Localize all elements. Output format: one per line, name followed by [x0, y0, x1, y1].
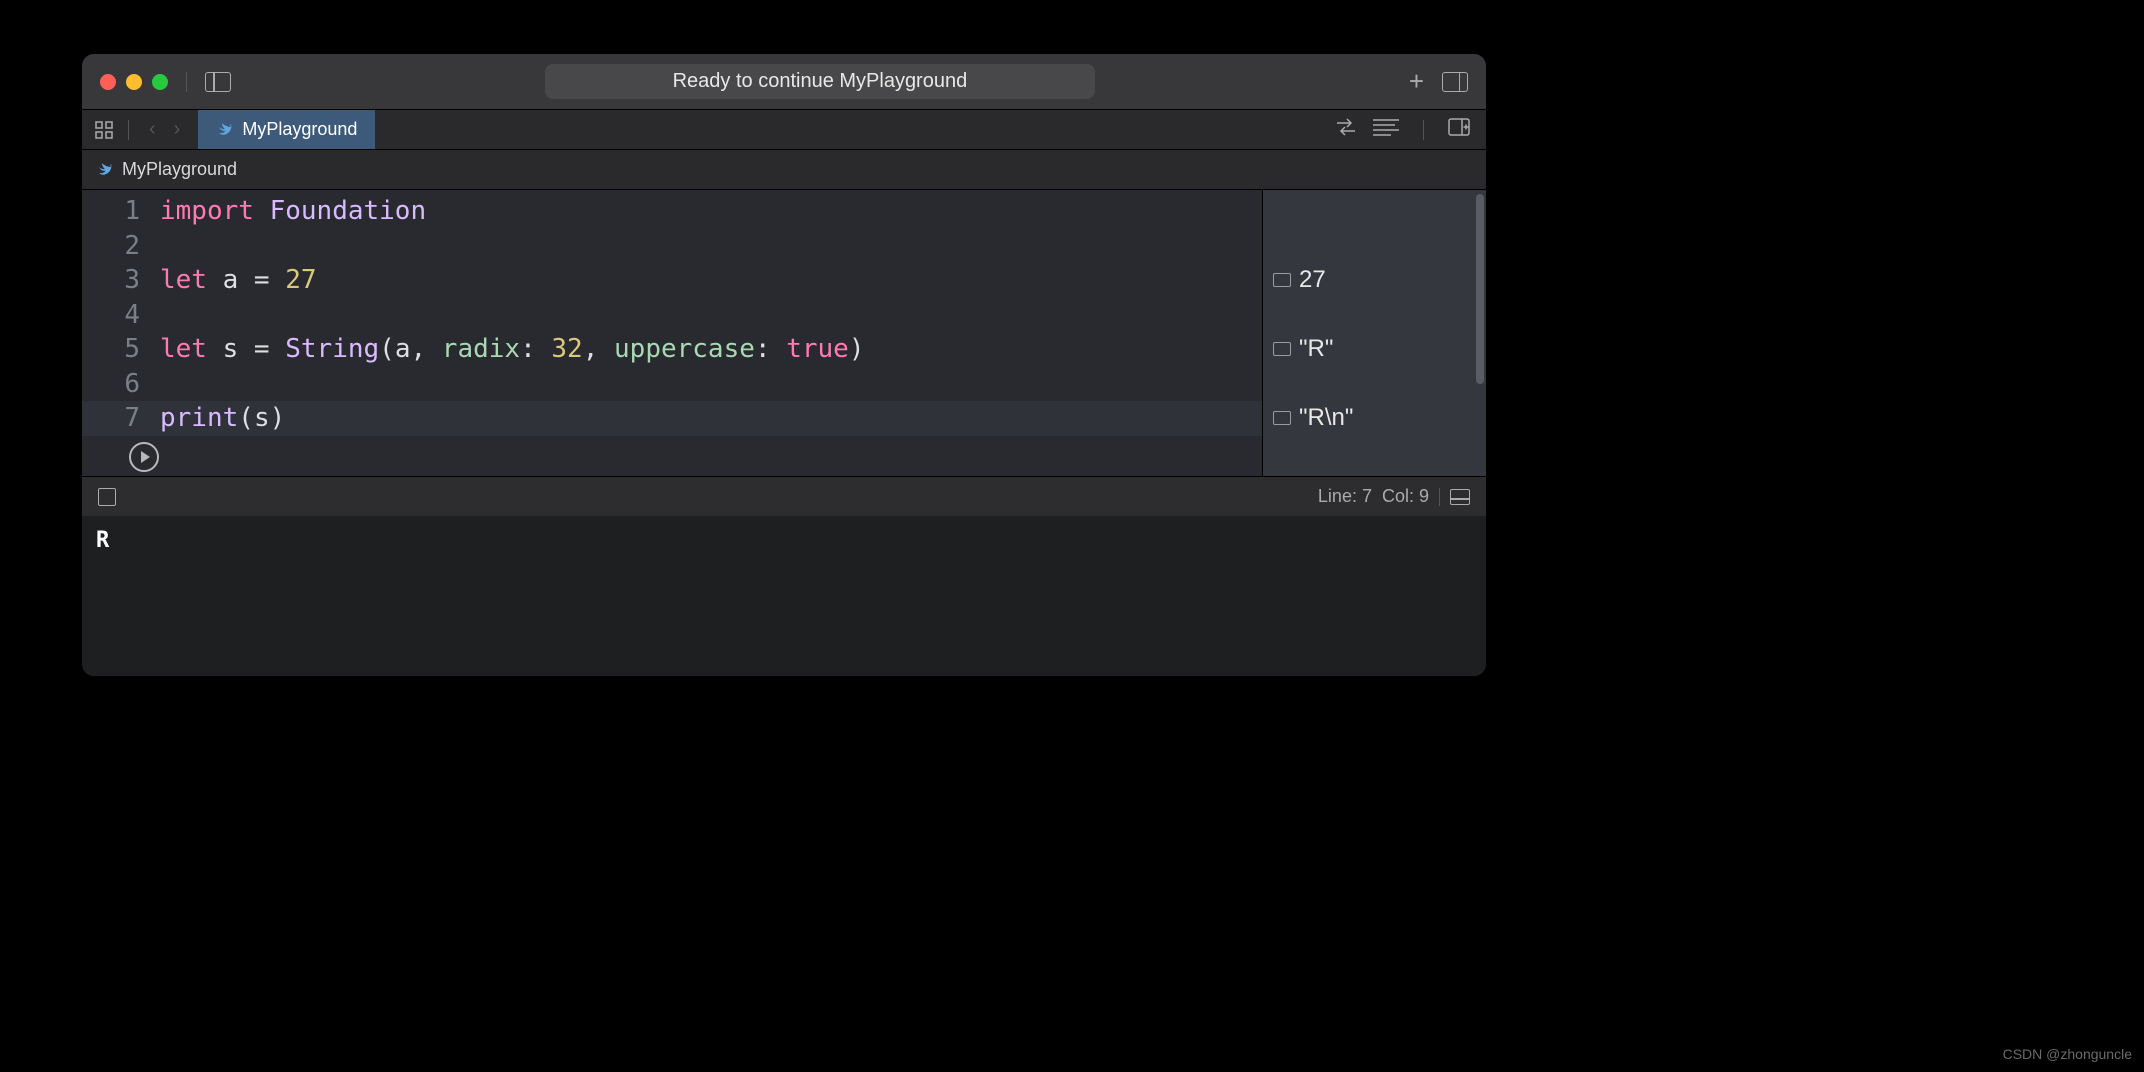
activity-status[interactable]: Ready to continue MyPlayground	[545, 64, 1095, 99]
watermark: CSDN @zhonguncle	[2003, 1046, 2132, 1062]
minimize-button[interactable]	[126, 74, 142, 90]
swap-icon[interactable]	[1335, 118, 1357, 141]
inspector-toggle-icon[interactable]	[1442, 72, 1468, 92]
titlebar: Ready to continue MyPlayground +	[82, 54, 1486, 110]
code-content: print(s)	[160, 401, 285, 436]
code-content: import Foundation	[160, 194, 426, 229]
cursor-col: Col: 9	[1382, 486, 1429, 507]
code-line[interactable]: 5let s = String(a, radix: 32, uppercase:…	[82, 332, 1262, 367]
line-number: 3	[82, 263, 160, 298]
results-sidebar: 27 "R" "R\n"	[1262, 190, 1486, 476]
line-number: 2	[82, 229, 160, 264]
adjust-editor-icon[interactable]	[1373, 118, 1399, 141]
code-editor[interactable]: 1import Foundation23let a = 2745let s = …	[82, 190, 1262, 476]
separator	[1423, 120, 1424, 140]
code-line[interactable]: 7print(s)	[82, 401, 1262, 436]
console-output: R	[96, 528, 109, 553]
quicklook-icon[interactable]	[1273, 273, 1291, 287]
code-line[interactable]: 4	[82, 298, 1262, 333]
code-content: let s = String(a, radix: 32, uppercase: …	[160, 332, 865, 367]
result-row: "R\n"	[1263, 401, 1486, 436]
code-content: let a = 27	[160, 263, 317, 298]
separator	[186, 72, 187, 92]
result-value: "R"	[1299, 332, 1333, 367]
separator	[1439, 488, 1440, 506]
plus-icon[interactable]: +	[1409, 66, 1424, 97]
tabbar: ‹ › MyPlayground	[82, 110, 1486, 150]
play-button[interactable]	[129, 442, 159, 472]
xcode-window: Ready to continue MyPlayground + ‹ › MyP…	[82, 54, 1486, 676]
cursor-line: Line: 7	[1318, 486, 1372, 507]
related-items-icon[interactable]	[94, 120, 114, 140]
quicklook-icon[interactable]	[1273, 411, 1291, 425]
tab-label: MyPlayground	[242, 119, 357, 140]
scrollbar[interactable]	[1476, 194, 1484, 384]
console[interactable]: R	[82, 516, 1486, 676]
line-number: 6	[82, 367, 160, 402]
traffic-lights	[100, 74, 168, 90]
debug-bar: Line: 7 Col: 9	[82, 476, 1486, 516]
breadcrumb[interactable]: MyPlayground	[82, 150, 1486, 190]
line-number: 4	[82, 298, 160, 333]
line-number: 1	[82, 194, 160, 229]
navigator-toggle-icon[interactable]	[205, 72, 231, 92]
code-line[interactable]: 1import Foundation	[82, 194, 1262, 229]
swift-icon	[96, 161, 114, 179]
result-row: 27	[1263, 263, 1486, 298]
result-value: "R\n"	[1299, 401, 1353, 436]
result-row	[1263, 367, 1486, 402]
editor-area: 1import Foundation23let a = 2745let s = …	[82, 190, 1486, 476]
line-number: 5	[82, 332, 160, 367]
code-line[interactable]: 3let a = 27	[82, 263, 1262, 298]
result-row	[1263, 436, 1486, 471]
line-number: 7	[82, 401, 160, 436]
result-row: "R"	[1263, 332, 1486, 367]
result-row	[1263, 229, 1486, 264]
result-row	[1263, 194, 1486, 229]
result-value: 27	[1299, 263, 1326, 298]
quicklook-icon[interactable]	[1273, 342, 1291, 356]
breadcrumb-label: MyPlayground	[122, 159, 237, 180]
tab-myplayground[interactable]: MyPlayground	[198, 110, 375, 149]
swift-icon	[216, 121, 234, 139]
separator	[128, 120, 129, 140]
add-editor-icon[interactable]	[1448, 118, 1470, 141]
debug-view-icon[interactable]	[98, 488, 116, 506]
console-toggle-icon[interactable]	[1450, 489, 1470, 505]
close-button[interactable]	[100, 74, 116, 90]
zoom-button[interactable]	[152, 74, 168, 90]
result-row	[1263, 298, 1486, 333]
back-arrow-icon[interactable]: ‹	[143, 118, 162, 141]
code-line[interactable]: 2	[82, 229, 1262, 264]
code-line[interactable]: 6	[82, 367, 1262, 402]
forward-arrow-icon[interactable]: ›	[168, 118, 187, 141]
